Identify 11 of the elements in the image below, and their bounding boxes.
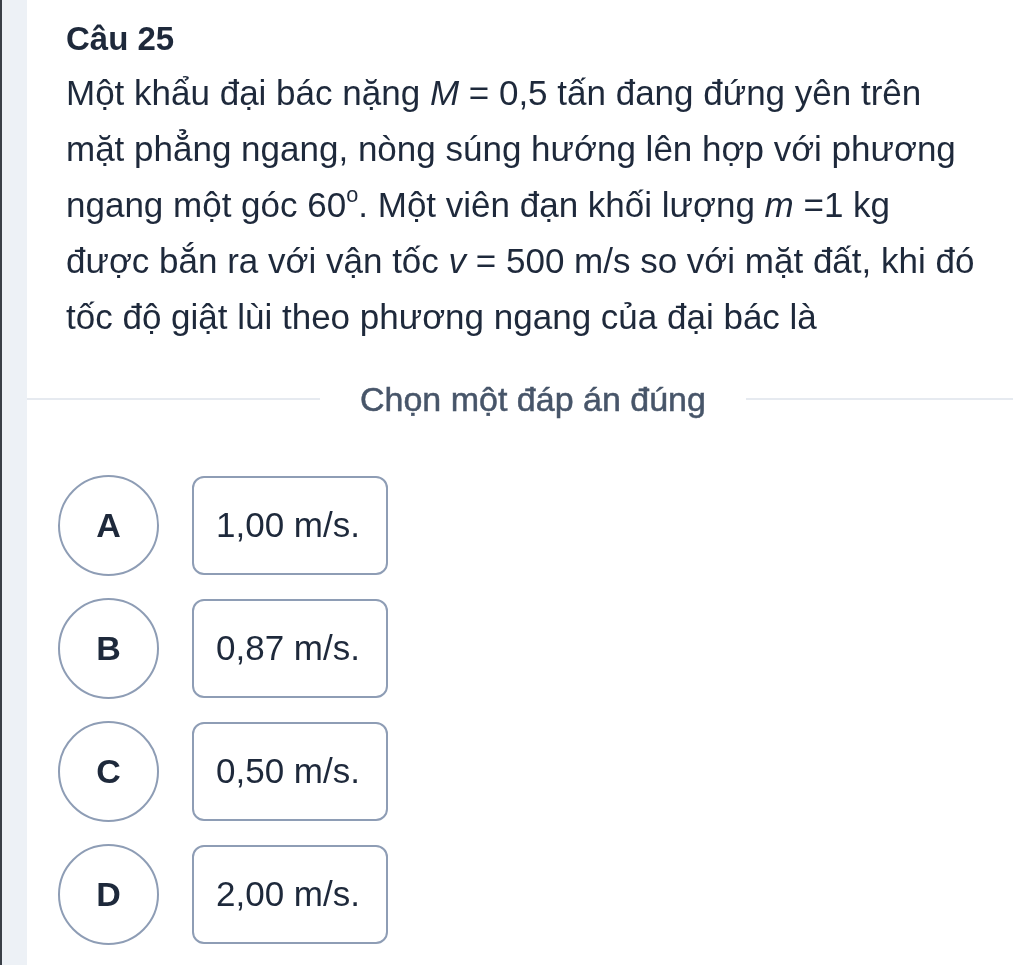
question-text: Một khẩu đại bác nặng M = 0,5 tấn đang đứng yên trên mặt phẳng ngang, nòng súng hướng lên hợp với phương ngang một góc 60$^{o}$. Một viên đạn khối lượng m =1 kg được bắn ra với vận tốc v = 500 m/s so với mặt đất, khi đó tốc độ giật lùi theo phương ngang của đại bác là [66,72,976,338]
answer-option[interactable]: 0,87 m/s. [192,598,388,698]
option-letter-button[interactable]: C [58,720,159,822]
answer-option[interactable]: 2,00 m/s. [192,844,388,944]
question-title: Câu 25 [66,19,175,59]
answer-option[interactable]: 0,50 m/s. [192,721,388,821]
option-letter-button[interactable]: B [58,597,159,699]
option-letter-button[interactable]: A [58,474,159,576]
option-letter-button[interactable]: D [58,843,159,945]
answer-option[interactable]: 1,00 m/s. [192,475,388,575]
instruction-heading: Chọn một đáp án đúng [360,379,706,419]
